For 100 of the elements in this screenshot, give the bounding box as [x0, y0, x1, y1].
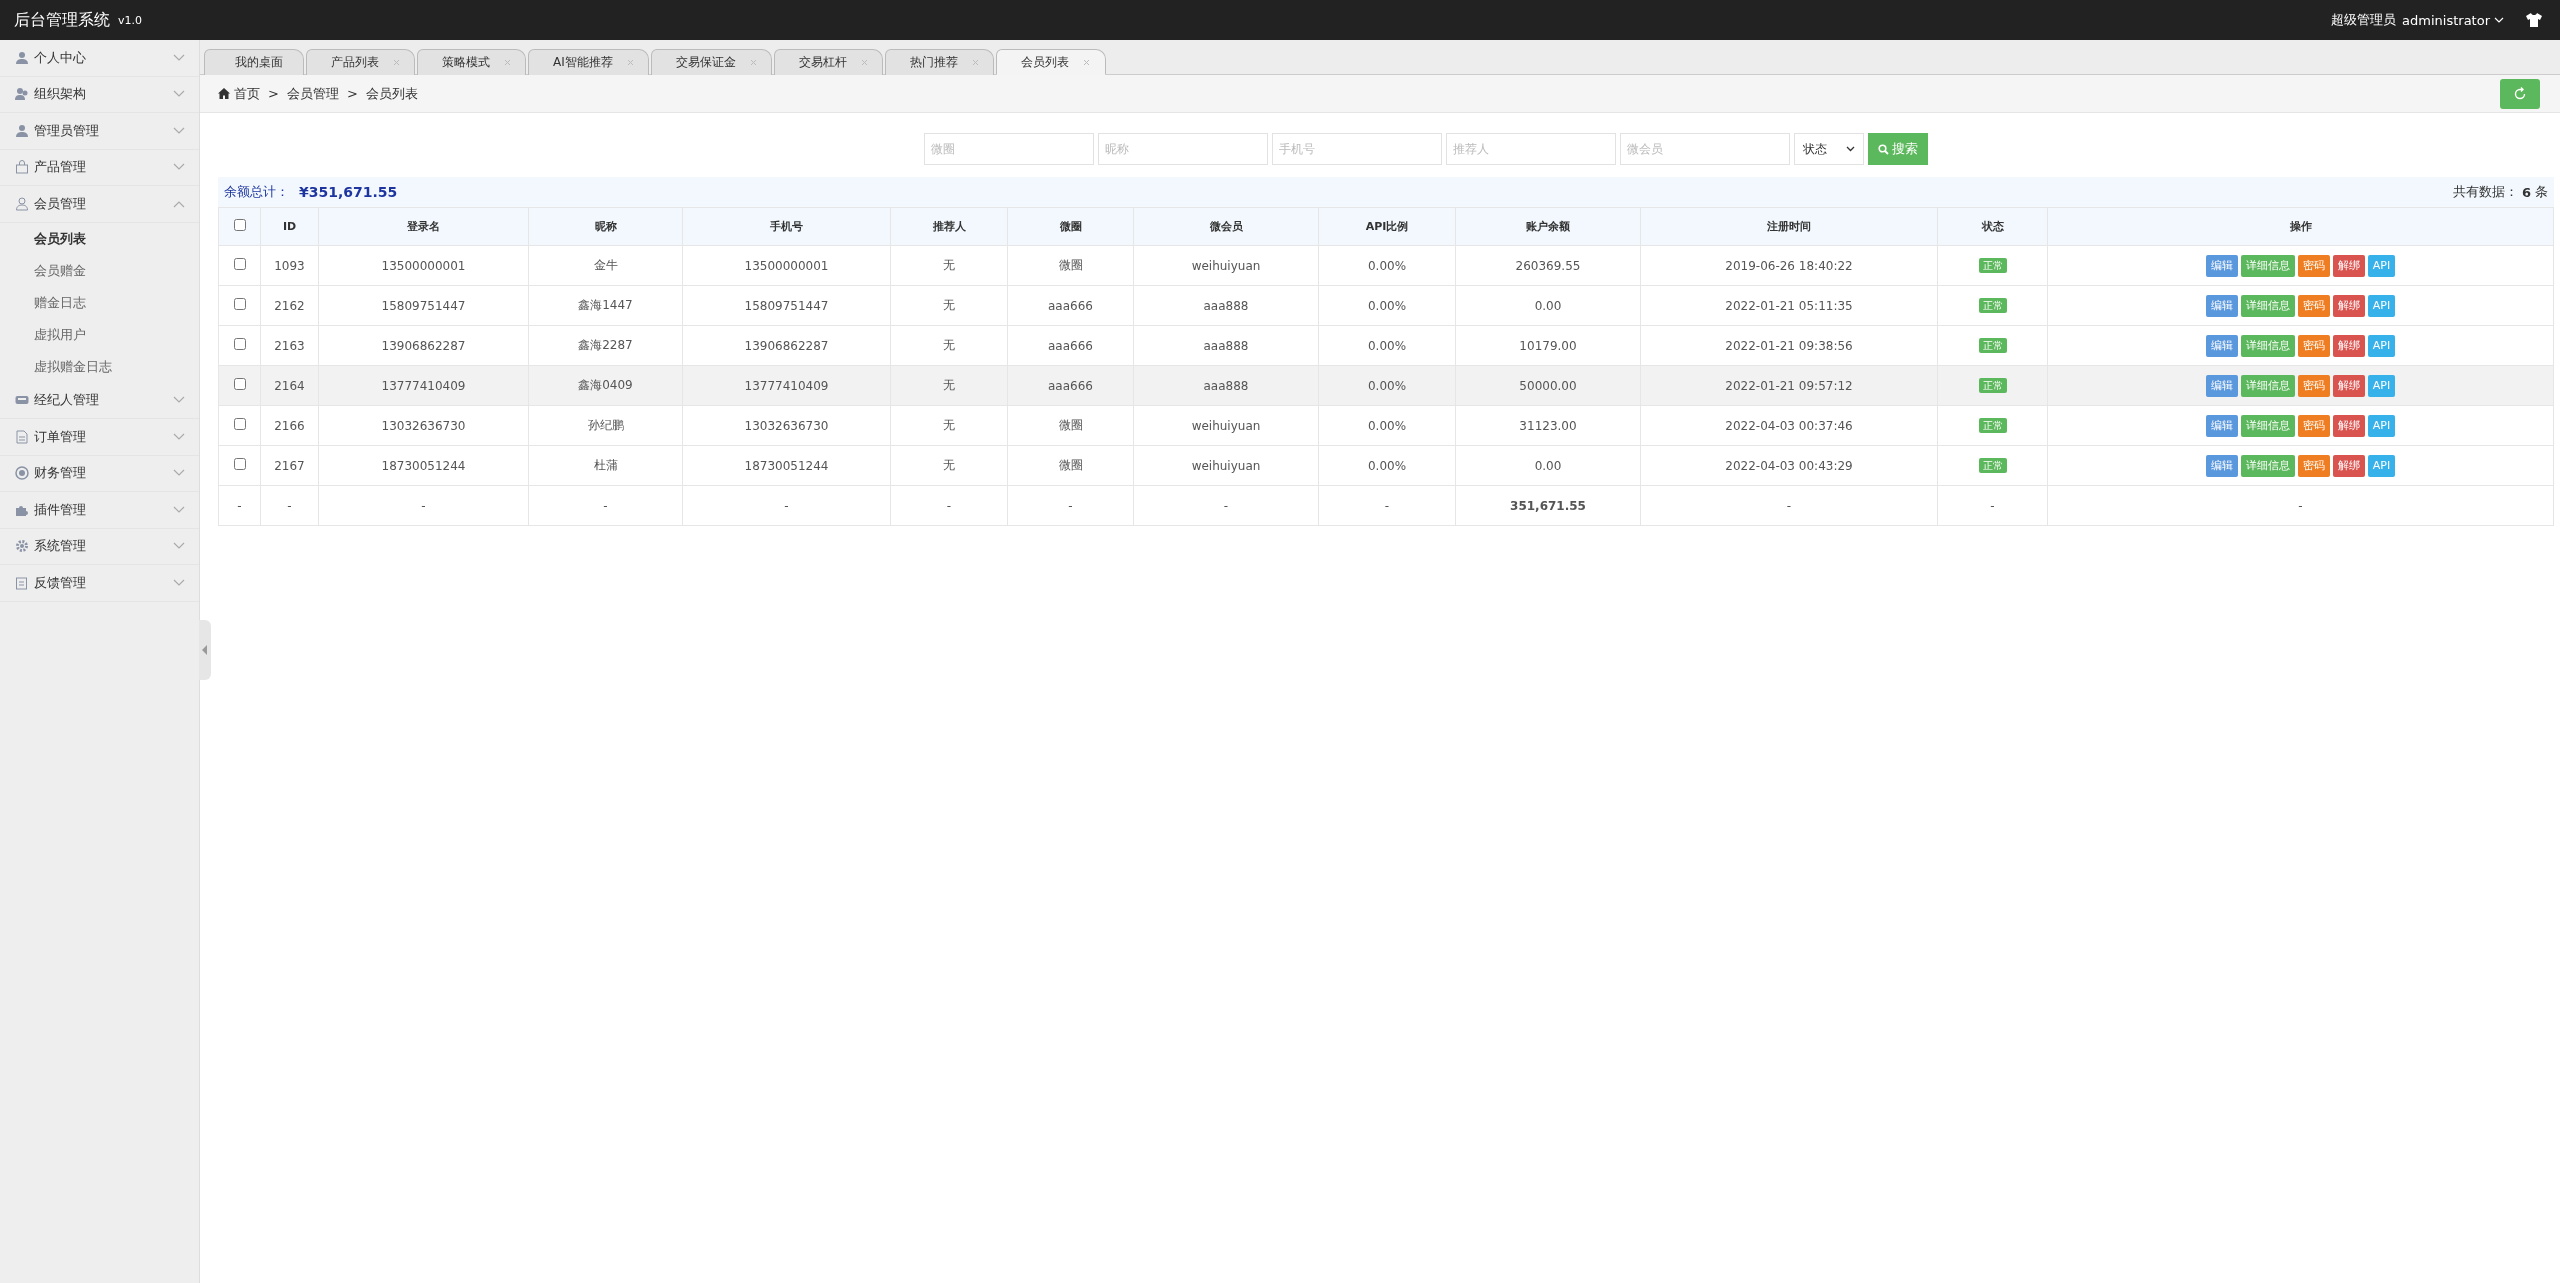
table-cell: -	[1007, 485, 1134, 526]
action-button[interactable]: 详细信息	[2240, 454, 2295, 477]
tab[interactable]: 策略模式	[417, 49, 526, 75]
action-button[interactable]: 详细信息	[2240, 254, 2295, 277]
sidebar-subitem[interactable]: 虚拟用户	[0, 318, 199, 351]
tab[interactable]: 交易保证金	[650, 49, 772, 75]
close-icon[interactable]	[504, 59, 511, 66]
action-button[interactable]: API	[2367, 294, 2396, 317]
tab[interactable]: 热门推荐	[884, 49, 994, 75]
sidebar-item[interactable]: 产品管理	[0, 149, 199, 186]
search-field[interactable]: 微圈	[924, 133, 1094, 165]
table-cell: -	[682, 485, 891, 526]
action-button[interactable]: API	[2367, 254, 2396, 277]
action-button[interactable]: 密码	[2297, 254, 2330, 277]
sidebar-item[interactable]: 财务管理	[0, 455, 199, 492]
breadcrumb-link[interactable]: 首页	[218, 84, 260, 103]
row-checkbox[interactable]	[233, 338, 246, 350]
header-cell: 操作	[2047, 207, 2554, 246]
close-icon[interactable]	[749, 59, 757, 66]
sidebar-item[interactable]: 系统管理	[0, 528, 199, 565]
search-icon	[1878, 143, 1889, 155]
refresh-button[interactable]	[2500, 78, 2540, 109]
row-checkbox[interactable]	[233, 378, 246, 390]
record-count-label: 共有数据：	[2452, 183, 2518, 201]
action-button[interactable]: API	[2367, 454, 2396, 477]
action-button[interactable]: 编辑	[2205, 254, 2238, 277]
close-icon[interactable]	[971, 59, 979, 66]
action-button[interactable]: 编辑	[2205, 294, 2238, 317]
action-button[interactable]: 解绑	[2332, 414, 2365, 437]
tab[interactable]: AI智能推荐	[528, 49, 649, 75]
header-cell: ID	[260, 207, 319, 246]
bag-icon	[15, 160, 29, 175]
sidebar-subitem[interactable]: 会员赠金	[0, 254, 199, 287]
select-all-checkbox[interactable]	[233, 219, 246, 231]
action-button[interactable]: 编辑	[2205, 454, 2238, 477]
action-button[interactable]: 密码	[2297, 294, 2330, 317]
search-field[interactable]: 微会员	[1620, 133, 1790, 165]
action-button[interactable]: 密码	[2297, 454, 2330, 477]
tab[interactable]: 产品列表	[306, 49, 415, 75]
shirt-icon[interactable]	[2526, 13, 2542, 27]
sidebar-subitem[interactable]: 会员列表	[0, 222, 199, 255]
tab[interactable]: 交易杠杆	[773, 49, 883, 75]
action-button[interactable]: 解绑	[2332, 334, 2365, 357]
action-button[interactable]: 详细信息	[2240, 294, 2295, 317]
sidebar-item[interactable]: 插件管理	[0, 492, 199, 529]
header-cell: 微圈	[1007, 207, 1134, 246]
action-button[interactable]: 编辑	[2205, 374, 2238, 397]
search-button[interactable]: 搜索	[1868, 133, 1928, 165]
breadcrumb-link[interactable]: 会员列表	[365, 84, 418, 103]
close-icon[interactable]	[860, 59, 868, 66]
action-button[interactable]: 详细信息	[2240, 414, 2295, 437]
table-cell: 无	[890, 405, 1008, 446]
action-button[interactable]: 密码	[2297, 334, 2330, 357]
close-icon[interactable]	[1083, 58, 1091, 66]
tab[interactable]: 会员列表	[995, 49, 1106, 75]
chevron-down-icon	[173, 432, 185, 441]
action-button[interactable]: 详细信息	[2240, 374, 2295, 397]
sidebar-item[interactable]: 个人中心	[0, 40, 199, 77]
sidebar-item[interactable]: 订单管理	[0, 419, 199, 456]
breadcrumb-link[interactable]: 会员管理	[286, 84, 339, 103]
close-icon[interactable]	[393, 59, 400, 66]
table-cell: 无	[890, 285, 1008, 326]
action-button[interactable]: 解绑	[2332, 374, 2365, 397]
table-cell: 18730051244	[318, 445, 529, 486]
close-icon[interactable]	[626, 59, 634, 66]
action-button[interactable]: 解绑	[2332, 294, 2365, 317]
action-button[interactable]: 编辑	[2205, 414, 2238, 437]
collapse-handle[interactable]	[199, 620, 211, 680]
sidebar-item[interactable]: 会员管理	[0, 186, 199, 223]
action-button[interactable]: 密码	[2297, 414, 2330, 437]
search-field[interactable]: 昵称	[1098, 133, 1268, 165]
row-checkbox[interactable]	[233, 458, 246, 470]
status-select[interactable]: 状态	[1794, 133, 1864, 165]
action-button[interactable]: API	[2367, 374, 2396, 397]
sidebar-subitem[interactable]: 虚拟赠金日志	[0, 350, 199, 383]
action-button[interactable]: API	[2367, 334, 2396, 357]
action-button[interactable]: 编辑	[2205, 334, 2238, 357]
sidebar-item[interactable]: 组织架构	[0, 76, 199, 113]
action-button[interactable]: API	[2367, 414, 2396, 437]
sidebar-item[interactable]: 经纪人管理	[0, 382, 199, 419]
sidebar-item[interactable]: 反馈管理	[0, 565, 199, 602]
app-title: 后台管理系统	[14, 9, 110, 31]
sidebar-item[interactable]: 管理员管理	[0, 113, 199, 150]
row-checkbox[interactable]	[233, 418, 246, 430]
action-button[interactable]: 详细信息	[2240, 334, 2295, 357]
action-button[interactable]: 解绑	[2332, 454, 2365, 477]
table-cell: 0.00%	[1318, 285, 1456, 326]
action-button[interactable]: 解绑	[2332, 254, 2365, 277]
header-cell: 登录名	[318, 207, 529, 246]
action-button[interactable]: 密码	[2297, 374, 2330, 397]
tab[interactable]: 我的桌面	[204, 49, 304, 75]
table-cell: 2162	[260, 285, 319, 326]
table-cell: 鑫海0409	[528, 365, 683, 406]
user-menu[interactable]: administrator	[2402, 12, 2504, 28]
row-checkbox[interactable]	[233, 298, 246, 310]
sidebar-subitem[interactable]: 赠金日志	[0, 286, 199, 319]
table-cell: weihuiyuan	[1133, 245, 1319, 286]
row-checkbox[interactable]	[233, 258, 246, 270]
search-field[interactable]: 手机号	[1272, 133, 1442, 165]
search-field[interactable]: 推荐人	[1446, 133, 1616, 165]
